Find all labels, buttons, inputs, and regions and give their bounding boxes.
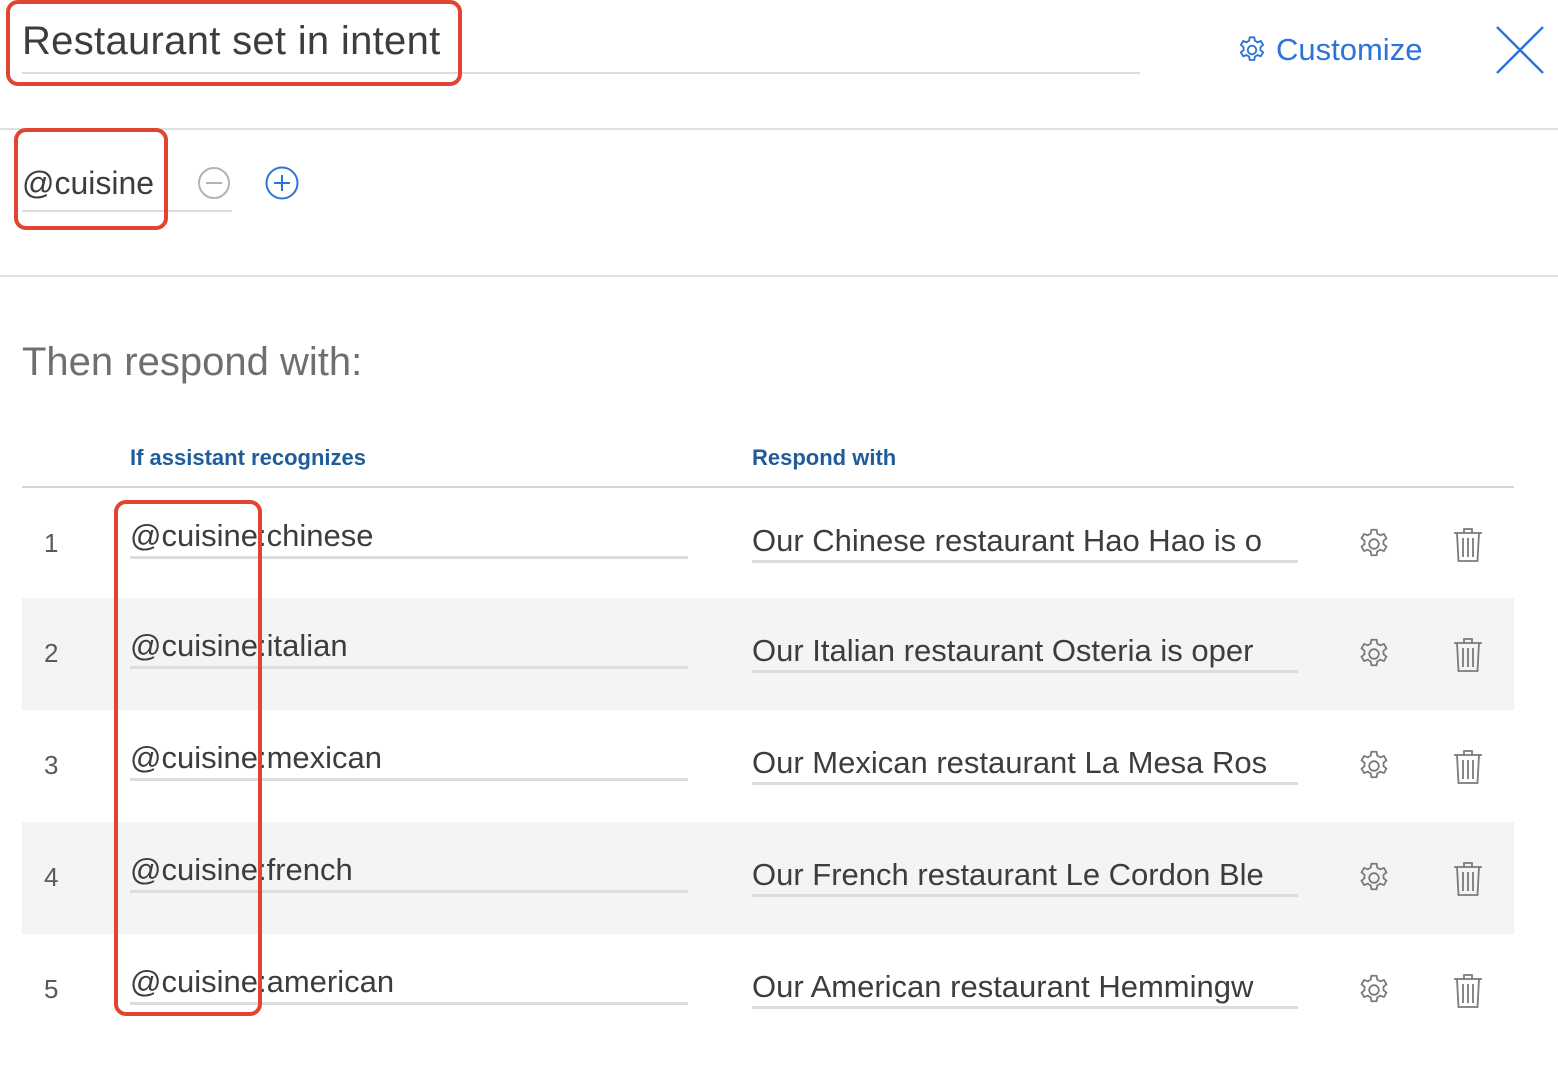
gear-icon: [1360, 638, 1388, 667]
trash-icon: [1454, 528, 1482, 562]
row-settings-button[interactable]: [1356, 860, 1392, 896]
row-condition-input[interactable]: @cuisine:chinese: [130, 518, 688, 559]
row-settings-button[interactable]: [1356, 636, 1392, 672]
row-response-input[interactable]: Our Mexican restaurant La Mesa Ros: [752, 746, 1298, 785]
table-row: 2 @cuisine:italian Our Italian restauran…: [22, 598, 1514, 710]
row-delete-button[interactable]: [1450, 526, 1486, 564]
header-divider: [0, 128, 1558, 130]
row-delete-button[interactable]: [1450, 748, 1486, 786]
row-delete-button[interactable]: [1450, 972, 1486, 1010]
table-row: 5 @cuisine:american Our American restaur…: [22, 934, 1514, 1046]
minus-circle-icon: [198, 167, 230, 199]
row-condition-input[interactable]: @cuisine:american: [130, 964, 688, 1005]
node-name-input[interactable]: Restaurant set in intent: [22, 14, 1140, 74]
close-icon: [1496, 26, 1544, 74]
column-header-response: Respond with: [752, 445, 897, 470]
customize-label: Customize: [1276, 32, 1423, 67]
trash-icon: [1454, 862, 1482, 896]
row-delete-button[interactable]: [1450, 860, 1486, 898]
table-row: 4 @cuisine:french Our French restaurant …: [22, 822, 1514, 934]
row-response-input[interactable]: Our American restaurant Hemmingw: [752, 970, 1298, 1009]
row-settings-button[interactable]: [1356, 972, 1392, 1008]
gear-icon: [1360, 862, 1388, 891]
close-button[interactable]: [1494, 24, 1546, 76]
column-header-condition: If assistant recognizes: [130, 445, 366, 470]
add-condition-button[interactable]: [264, 165, 300, 201]
row-number: 4: [44, 862, 59, 892]
gear-icon: [1239, 36, 1265, 61]
row-response-input[interactable]: Our Italian restaurant Osteria is oper: [752, 634, 1298, 673]
row-response-input[interactable]: Our Chinese restaurant Hao Hao is o: [752, 524, 1298, 563]
section-divider: [0, 275, 1558, 277]
row-number: 3: [44, 750, 59, 780]
trash-icon: [1454, 750, 1482, 784]
row-number: 2: [44, 638, 59, 668]
trash-icon: [1454, 638, 1482, 672]
trash-icon: [1454, 974, 1482, 1008]
row-delete-button[interactable]: [1450, 636, 1486, 674]
table-row: 1 @cuisine:chinese Our Chinese restauran…: [22, 488, 1514, 600]
row-response-input[interactable]: Our French restaurant Le Cordon Ble: [752, 858, 1298, 897]
respond-heading: Then respond with:: [22, 340, 363, 384]
gear-icon: [1360, 750, 1388, 779]
gear-icon: [1360, 974, 1388, 1003]
row-settings-button[interactable]: [1356, 748, 1392, 784]
row-condition-input[interactable]: @cuisine:mexican: [130, 740, 688, 781]
table-row: 3 @cuisine:mexican Our Mexican restauran…: [22, 710, 1514, 822]
remove-condition-button[interactable]: [197, 166, 231, 200]
row-number: 1: [44, 528, 59, 558]
row-settings-button[interactable]: [1356, 526, 1392, 562]
row-condition-input[interactable]: @cuisine:french: [130, 852, 688, 893]
gear-icon: [1360, 528, 1388, 557]
plus-circle-icon: [265, 166, 299, 200]
row-number: 5: [44, 974, 59, 1004]
row-condition-input[interactable]: @cuisine:italian: [130, 628, 688, 669]
customize-button[interactable]: Customize: [1236, 28, 1422, 72]
